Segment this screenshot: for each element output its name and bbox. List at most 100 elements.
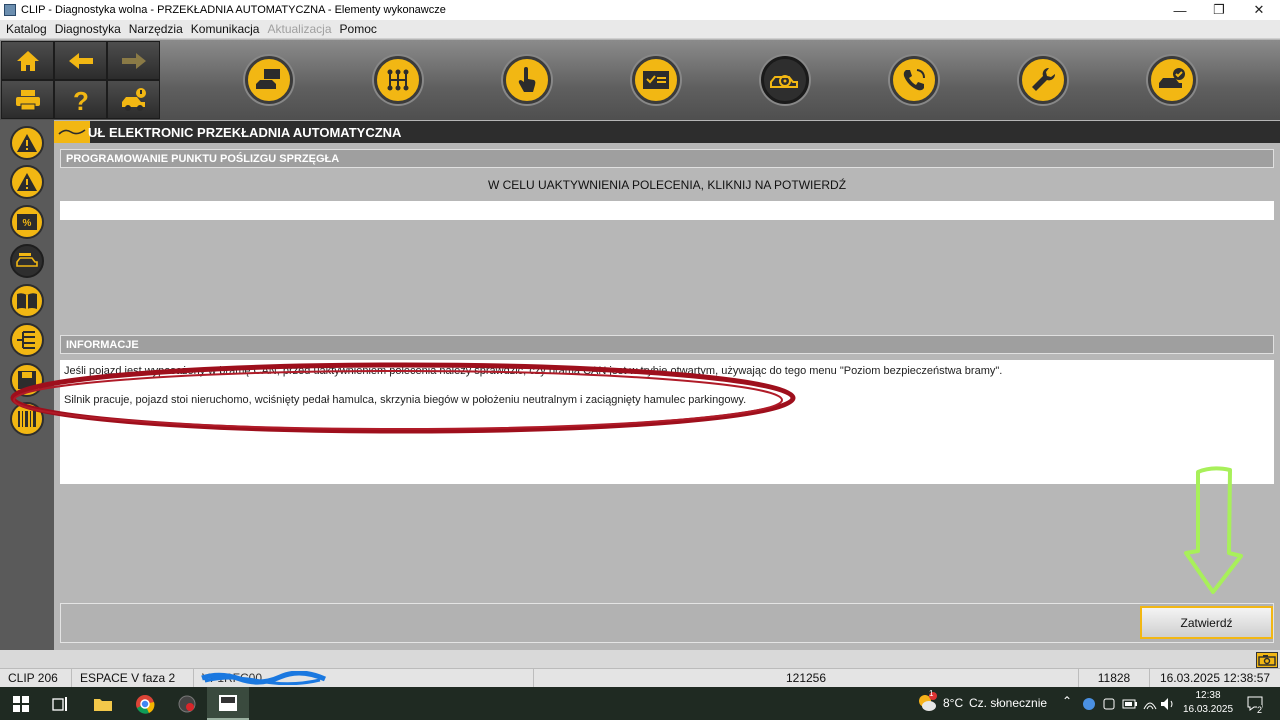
forward-arrow-icon	[121, 52, 146, 69]
vehicle-actuators-icon	[16, 253, 38, 267]
command-instruction: W CELU UAKTYWNIENIA POLECENIA, KLIKNIJ N…	[487, 178, 847, 192]
volume-icon[interactable]	[1160, 697, 1176, 711]
notification-center-icon[interactable]	[1246, 695, 1266, 713]
help-icon: ?	[73, 86, 89, 114]
weather-description[interactable]: Cz. słonecznie	[969, 696, 1047, 710]
repair-wrench-icon	[1032, 67, 1056, 91]
confirm-button[interactable]: Zatwierdź	[1140, 606, 1273, 639]
warning-icon	[17, 134, 37, 152]
checklist-button[interactable]	[632, 56, 680, 104]
vehicle-check-button[interactable]	[1148, 56, 1196, 104]
action-footer	[60, 603, 1274, 643]
sidebar-manual-button[interactable]	[10, 284, 44, 318]
svg-text:%: %	[23, 218, 32, 229]
status-bar: CLIP 206 ESPACE V faza 2 VF1RFC00… 12125…	[0, 650, 1280, 688]
windows-logo-icon	[13, 695, 29, 712]
wifi-icon[interactable]	[1143, 697, 1157, 711]
recorder-app-button[interactable]	[166, 687, 208, 720]
ecu-header: UŁ ELEKTRONIC PRZEKŁADNIA AUTOMATYCZNA	[54, 121, 1280, 143]
weather-temperature[interactable]: 8°C	[943, 696, 963, 710]
menu-diagnostyka[interactable]: Diagnostyka	[55, 22, 121, 36]
taskbar-clock[interactable]: 12:38 16.03.2025	[1180, 689, 1236, 717]
repair-wrench-button[interactable]	[1019, 56, 1067, 104]
checklist-icon	[643, 71, 669, 89]
wiring-icon	[17, 331, 35, 349]
folder-icon	[94, 698, 112, 711]
main-toolbar: ?	[0, 40, 1280, 120]
clip-app-icon	[4, 4, 16, 16]
forward-button[interactable]	[107, 41, 160, 80]
remote-call-button[interactable]	[890, 56, 938, 104]
car-alert-button[interactable]	[107, 80, 160, 119]
start-button[interactable]	[0, 687, 42, 720]
battery-icon[interactable]	[1122, 698, 1138, 710]
gearbox-button[interactable]	[374, 56, 422, 104]
renault-wave-logo	[54, 121, 90, 143]
menu-katalog[interactable]: Katalog	[6, 22, 47, 36]
vehicle-identification-button[interactable]	[245, 56, 293, 104]
close-button[interactable]: ✕	[1239, 0, 1279, 20]
notification-count: 2	[1257, 705, 1263, 715]
window-title-bar: CLIP - Diagnostyka wolna - PRZEKŁADNIA A…	[0, 0, 1280, 20]
screenshot-button[interactable]	[1256, 652, 1278, 668]
tray-device-icon[interactable]	[1102, 697, 1116, 711]
actuator-test-icon	[770, 75, 798, 88]
menu-bar: Katalog Diagnostyka Narzędzia Komunikacj…	[0, 20, 1280, 39]
command-result-field	[60, 201, 1274, 220]
vehicle-check-icon	[1159, 68, 1185, 88]
print-button[interactable]	[1, 80, 54, 119]
weather-icon	[919, 692, 937, 711]
info-section-title: INFORMACJE	[60, 335, 1274, 354]
back-button[interactable]	[54, 41, 107, 80]
status-vin: VF1RFC00…	[194, 668, 534, 688]
status-code: 121256	[534, 668, 1079, 688]
info-line-2: Silnik pracuje, pojazd stoi nieruchomo, …	[64, 394, 747, 406]
ecu-title: UŁ ELEKTRONIC PRZEKŁADNIA AUTOMATYCZNA	[88, 124, 402, 140]
home-icon	[16, 50, 39, 71]
status-datetime: 16.03.2025 12:38:57	[1159, 671, 1271, 685]
sidebar-parameters-button[interactable]: %	[10, 205, 44, 239]
touch-action-button[interactable]	[503, 56, 551, 104]
clock-date: 16.03.2025	[1182, 704, 1234, 715]
home-button[interactable]	[1, 41, 54, 80]
actuator-test-button[interactable]	[761, 56, 809, 104]
sidebar-wiring-button[interactable]	[10, 323, 44, 357]
status-counter: 11828	[1079, 668, 1150, 688]
manual-book-icon	[17, 293, 37, 309]
menu-pomoc[interactable]: Pomoc	[340, 22, 377, 36]
touch-action-icon	[518, 67, 536, 92]
tray-expand-icon[interactable]: ⌃	[1062, 694, 1072, 708]
status-vehicle: ESPACE V faza 2	[72, 668, 194, 688]
menu-komunikacja[interactable]: Komunikacja	[191, 22, 260, 36]
windows-taskbar: 1 8°C Cz. słonecznie ⌃ 12:38 16.03.2025 …	[0, 687, 1280, 720]
percent-parameters-icon: %	[17, 214, 37, 230]
sidebar-barcode-button[interactable]	[10, 402, 44, 436]
sidebar-warning-button[interactable]	[10, 126, 44, 160]
barcode-icon	[18, 411, 36, 427]
wave-icon	[58, 129, 86, 135]
chrome-icon	[136, 694, 155, 714]
task-view-icon	[52, 696, 67, 711]
vin-redaction-scribble	[201, 670, 327, 685]
task-view-button[interactable]	[40, 687, 82, 720]
menu-narzedzia[interactable]: Narzędzia	[129, 22, 183, 36]
sidebar-save-button[interactable]	[10, 363, 44, 397]
menu-aktualizacja: Aktualizacja	[267, 22, 332, 36]
clip-taskbar-button[interactable]	[207, 687, 249, 720]
car-alert-icon	[121, 87, 146, 111]
minimize-button[interactable]: —	[1160, 0, 1200, 20]
info-box: Jeśli pojazd jest wyposażony w bramę CAN…	[60, 360, 1274, 484]
clip-app-taskbar-icon	[219, 694, 237, 711]
chrome-button[interactable]	[124, 687, 166, 720]
info-line-1: Jeśli pojazd jest wyposażony w bramę CAN…	[64, 365, 1003, 377]
left-sidebar: %	[0, 120, 54, 650]
sidebar-warning-button-2[interactable]	[10, 165, 44, 199]
help-button[interactable]: ?	[54, 80, 107, 119]
svg-text:?: ?	[73, 86, 89, 114]
tray-app-icon[interactable]	[1082, 697, 1096, 711]
save-icon	[18, 371, 36, 389]
camera-icon	[1258, 655, 1276, 666]
maximize-button[interactable]: ❐	[1199, 0, 1239, 20]
sidebar-actuators-button[interactable]	[10, 244, 44, 278]
file-explorer-button[interactable]	[82, 687, 124, 720]
